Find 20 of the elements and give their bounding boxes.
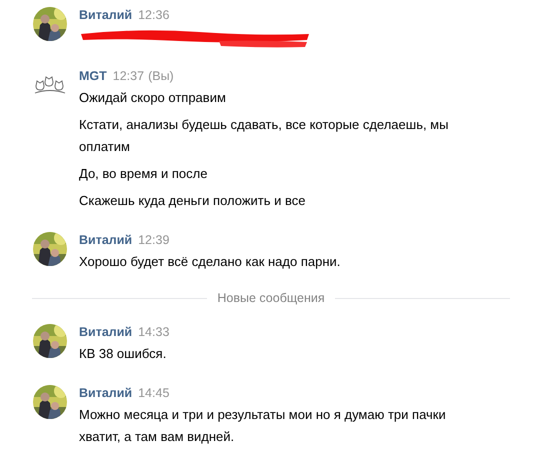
author-name[interactable]: Виталий: [79, 324, 132, 340]
new-messages-divider: Новые сообщения: [217, 290, 325, 307]
message-text: Можно месяца и три и результаты мои но я думаю три пачки хватит, а там вам видней.: [79, 406, 447, 446]
message-time: 12:39: [138, 232, 170, 248]
message-text: Скажешь куда деньги положить и все: [79, 192, 307, 210]
message-text: До, во время и после: [79, 165, 208, 183]
message-text: Ожидай скоро отправим: [79, 89, 227, 107]
message-time: 12:37: [112, 68, 144, 84]
cats-logo-icon: [33, 74, 67, 96]
message-time: 12:36: [138, 7, 170, 23]
author-name[interactable]: Виталий: [79, 7, 132, 23]
author-name[interactable]: Виталий: [79, 384, 132, 401]
message-text: КВ 38 ошибся.: [79, 344, 168, 363]
message-time: 14:33: [138, 324, 170, 340]
message-time: 14:45: [138, 384, 170, 401]
message-text: Хорошо будет всё сделано как надо парни.: [79, 253, 342, 271]
self-label: (Вы): [148, 68, 174, 84]
author-name[interactable]: MGT: [79, 68, 107, 84]
message-text: Кстати, анализы будешь сдавать, все которые сделаешь, мы оплатим: [79, 116, 450, 156]
author-name[interactable]: Виталий: [79, 232, 132, 248]
